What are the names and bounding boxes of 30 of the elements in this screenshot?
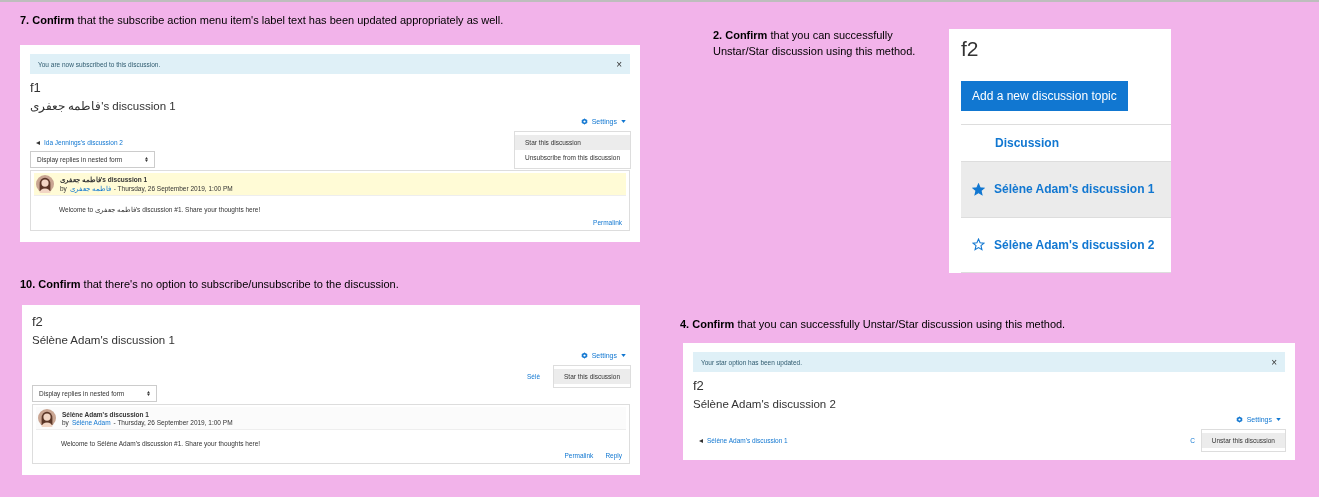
discussion-row[interactable]: Sélène Adam's discussion 1 (961, 161, 1171, 217)
course-name: f2 (693, 378, 704, 394)
instruction-text: 4. Confirm that you can successfully Unstar/Star discussion using this method. (680, 318, 1067, 331)
course-name: f2 (961, 37, 979, 61)
settings-icon (1235, 416, 1243, 423)
settings-icon (580, 352, 588, 359)
settings-icon (580, 118, 588, 125)
caret-icon (1276, 418, 1281, 421)
outline-star-icon[interactable] (972, 238, 985, 252)
sort-arrows-icon (145, 157, 148, 162)
close-button[interactable]: × (616, 58, 622, 70)
instruction-text: 7. Confirm that the subscribe action menu item's label text has been updated appropriately as well. (20, 14, 505, 27)
course-name: f2 (32, 314, 43, 330)
instruction-text: 2. Confirm that you can successfully Unstar/Star discussion using this method. (713, 28, 917, 59)
caret-icon (621, 354, 626, 357)
course-name: f1 (30, 80, 41, 96)
sort-arrows-icon (147, 391, 150, 396)
discussion-title: Sélène Adam's discussion 1 (32, 333, 175, 348)
close-button[interactable]: × (1271, 356, 1277, 368)
avatar-icon (36, 175, 54, 193)
instruction-text: 10. Confirm that there's no option to subscribe/unsubscribe to the discussion. (20, 278, 400, 291)
filled-star-icon[interactable] (972, 182, 985, 196)
discussion-title: فاطمه جعفری's discussion 1 (30, 99, 176, 114)
caret-icon (621, 120, 626, 123)
left-triangle-icon (699, 438, 703, 443)
discussion-row[interactable]: Sélène Adam's discussion 2 (961, 216, 1171, 273)
avatar-icon (38, 409, 56, 427)
left-triangle-icon (36, 140, 40, 145)
discussion-title: Sélène Adam's discussion 2 (693, 397, 836, 412)
add-topic-button[interactable]: Add a new discussion topic (961, 81, 1128, 111)
